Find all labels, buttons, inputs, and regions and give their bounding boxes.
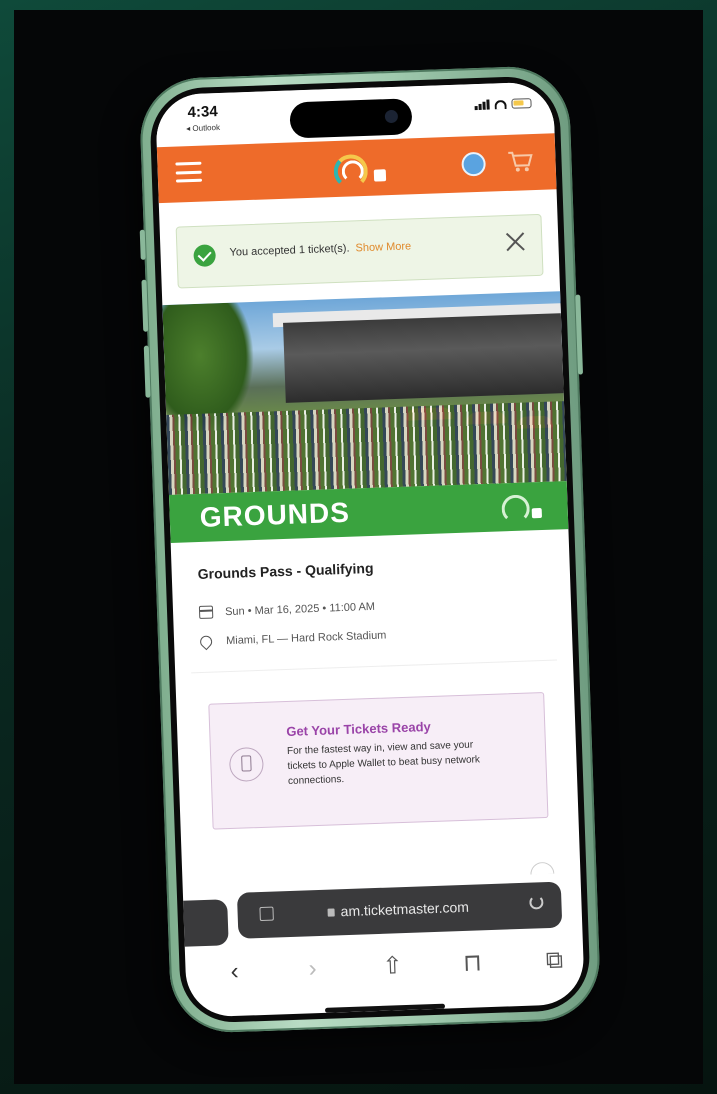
lock-icon <box>327 908 335 917</box>
url-text: am.ticketmaster.com <box>340 898 470 920</box>
battery-icon <box>511 98 532 109</box>
close-icon[interactable] <box>503 229 528 254</box>
back-to-app-link[interactable]: ◂ Outlook <box>186 123 220 133</box>
event-venue: Miami, FL — Hard Rock Stadium <box>225 629 387 648</box>
location-pin-icon <box>197 633 215 651</box>
banner-message: You accepted 1 ticket(s). Show More <box>229 240 411 258</box>
url-display[interactable]: am.ticketmaster.com <box>327 899 469 920</box>
ticket-accepted-banner: You accepted 1 ticket(s). Show More <box>175 213 544 289</box>
divider <box>191 659 557 674</box>
signal-icon <box>474 99 490 111</box>
calendar-icon <box>198 605 214 619</box>
tickets-ready-title: Get Your Tickets Ready <box>286 718 431 740</box>
phone-wallet-icon <box>228 746 265 783</box>
reload-icon[interactable] <box>529 895 544 910</box>
account-avatar-icon[interactable] <box>461 151 487 177</box>
back-button[interactable]: ‹ <box>219 956 250 987</box>
camera-icon <box>384 109 399 124</box>
mute-switch <box>139 229 146 260</box>
wifi-icon <box>494 99 507 109</box>
event-hero-image <box>162 291 567 495</box>
banner-text: You accepted 1 ticket(s). <box>229 242 350 259</box>
page-menu-icon[interactable] <box>259 906 274 922</box>
event-title: Grounds Pass - Qualifying <box>197 559 374 583</box>
show-more-link[interactable]: Show More <box>355 240 411 254</box>
event-date-row: Sun • Mar 16, 2025 • 11:00 AM <box>198 600 376 619</box>
event-datetime: Sun • Mar 16, 2025 • 11:00 AM <box>224 600 376 618</box>
cart-icon[interactable] <box>507 150 534 173</box>
share-button[interactable]: ⇧ <box>377 951 408 982</box>
dynamic-island <box>289 98 413 139</box>
check-circle-icon <box>193 244 217 267</box>
category-label: GROUNDS <box>199 496 351 533</box>
phone-screen: 4:34 ◂ Outlook You accepted 1 ticket(s).… <box>155 81 585 1018</box>
tickets-ready-card[interactable]: Get Your Tickets Ready For the fastest w… <box>208 692 549 830</box>
menu-icon[interactable] <box>175 161 203 183</box>
address-bar[interactable]: am.ticketmaster.com <box>236 881 563 939</box>
event-venue-row: Miami, FL — Hard Rock Stadium <box>197 629 387 651</box>
status-icons <box>474 98 532 111</box>
grounds-logo <box>501 494 544 524</box>
phone-device: 4:34 ◂ Outlook You accepted 1 ticket(s).… <box>138 64 602 1035</box>
browser-toolbar: ‹ › ⇧ ⊓ ⧉ <box>185 939 585 1003</box>
tabs-button[interactable]: ⧉ <box>539 945 570 976</box>
status-time: 4:34 <box>187 103 218 122</box>
cloud-icon <box>530 861 555 875</box>
tournament-logo[interactable] <box>327 147 394 190</box>
tickets-ready-body: For the fastest way in, view and save yo… <box>286 739 481 787</box>
forward-button[interactable]: › <box>297 954 328 985</box>
bookmarks-button[interactable]: ⊓ <box>457 948 488 979</box>
